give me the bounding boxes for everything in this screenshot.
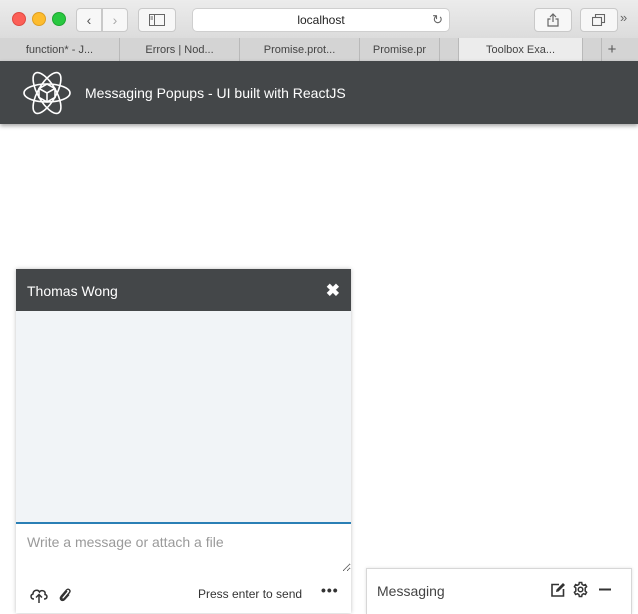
overflow-chevron-icon[interactable]: »	[620, 10, 627, 25]
compose-icon[interactable]	[550, 582, 566, 598]
messaging-bar[interactable]: Messaging	[366, 568, 632, 614]
chat-popup: Thomas Wong ✖ Press enter to send •••	[16, 269, 351, 613]
message-input[interactable]	[16, 524, 351, 572]
tabs-overview-icon	[592, 14, 606, 26]
window-minimize-button[interactable]	[32, 12, 46, 26]
tab-separator	[583, 38, 602, 61]
window-close-button[interactable]	[12, 12, 26, 26]
react-logo-icon	[23, 71, 71, 115]
browser-tab[interactable]: Promise.prot...	[240, 38, 360, 61]
messaging-title: Messaging	[377, 583, 445, 599]
tab-separator	[440, 38, 459, 61]
chat-header: Thomas Wong ✖	[16, 269, 351, 311]
browser-titlebar: ‹ › localhost ↻ »	[0, 0, 638, 39]
gear-icon[interactable]	[572, 581, 589, 598]
browser-tab[interactable]: function* - J...	[0, 38, 120, 61]
sidebar-icon	[149, 14, 165, 26]
app-header: Messaging Popups - UI built with ReactJS	[0, 61, 638, 124]
sidebar-toggle-button[interactable]	[138, 8, 176, 32]
browser-tab[interactable]: Errors | Nod...	[120, 38, 240, 61]
new-tab-button[interactable]: +	[602, 38, 622, 61]
chevron-right-icon: ›	[112, 12, 118, 28]
address-bar[interactable]: localhost ↻	[192, 8, 450, 32]
paperclip-icon[interactable]	[58, 586, 72, 604]
message-list[interactable]	[16, 311, 351, 522]
browser-tab[interactable]: Promise.pr	[360, 38, 440, 61]
forward-button[interactable]: ›	[102, 8, 128, 32]
window-maximize-button[interactable]	[52, 12, 66, 26]
chat-contact-name: Thomas Wong	[27, 283, 118, 299]
share-icon	[547, 13, 559, 27]
tab-bar: function* - J... Errors | Nod... Promise…	[0, 38, 638, 62]
browser-tab-active[interactable]: Toolbox Exa...	[459, 38, 583, 61]
reload-icon[interactable]: ↻	[432, 12, 443, 28]
url-text: localhost	[297, 13, 345, 27]
send-hint: Press enter to send	[198, 587, 303, 601]
close-icon[interactable]: ✖	[326, 281, 340, 301]
more-options-icon[interactable]: •••	[321, 582, 339, 598]
page-title: Messaging Popups - UI built with ReactJS	[85, 85, 346, 101]
cloud-upload-icon[interactable]	[29, 586, 49, 604]
chat-footer: Press enter to send •••	[16, 582, 351, 608]
back-button[interactable]: ‹	[76, 8, 102, 32]
minimize-icon[interactable]	[598, 581, 612, 597]
show-tabs-button[interactable]	[580, 8, 618, 32]
chevron-left-icon: ‹	[86, 12, 92, 28]
share-button[interactable]	[534, 8, 572, 32]
